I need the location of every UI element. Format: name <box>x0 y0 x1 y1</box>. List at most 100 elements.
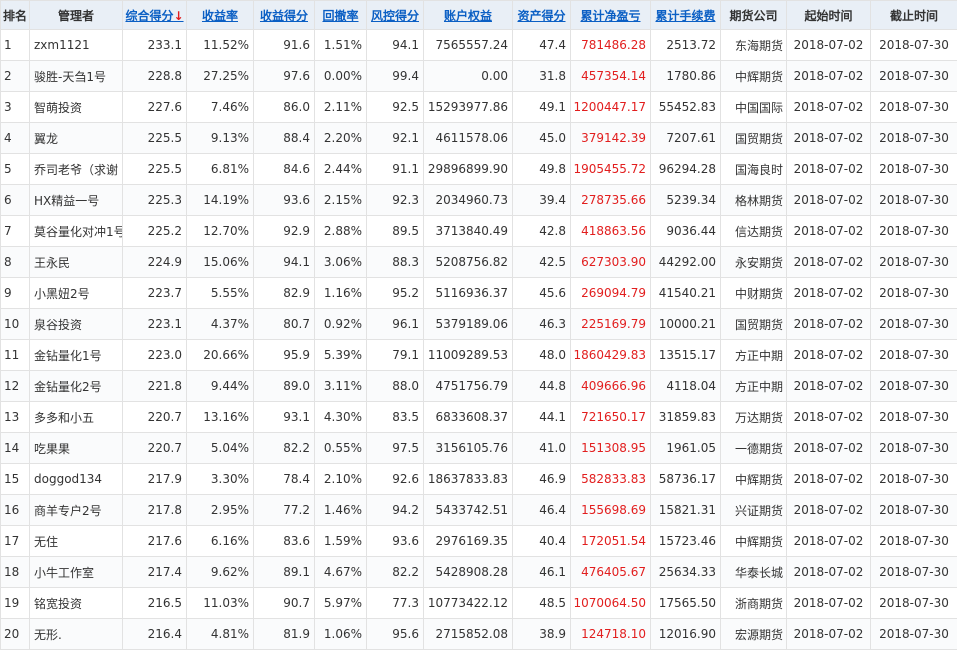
cell-return-score: 82.9 <box>254 278 315 309</box>
col-header-broker: 期货公司 <box>721 1 787 30</box>
cell-net-pnl: 278735.66 <box>571 185 651 216</box>
cell-asset-score: 45.6 <box>513 278 571 309</box>
cell-fees: 15821.31 <box>651 495 721 526</box>
cell-equity: 18637833.83 <box>424 464 513 495</box>
cell-return-score: 92.9 <box>254 216 315 247</box>
cell-asset-score: 31.8 <box>513 61 571 92</box>
cell-drawdown: 0.92% <box>315 309 367 340</box>
cell-risk-score: 96.1 <box>367 309 424 340</box>
cell-total-score: 220.7 <box>123 433 187 464</box>
cell-manager: 无形. <box>30 619 123 650</box>
cell-equity: 5208756.82 <box>424 247 513 278</box>
cell-net-pnl: 155698.69 <box>571 495 651 526</box>
cell-drawdown: 2.88% <box>315 216 367 247</box>
cell-net-pnl: 476405.67 <box>571 557 651 588</box>
cell-fees: 58736.17 <box>651 464 721 495</box>
cell-risk-score: 89.5 <box>367 216 424 247</box>
cell-start-date: 2018-07-02 <box>787 92 871 123</box>
col-header-total-score[interactable]: 综合得分↓ <box>123 1 187 30</box>
col-header-return-rate[interactable]: 收益率 <box>187 1 254 30</box>
cell-end-date: 2018-07-30 <box>871 154 957 185</box>
cell-equity: 2976169.35 <box>424 526 513 557</box>
cell-risk-score: 97.5 <box>367 433 424 464</box>
cell-drawdown: 2.44% <box>315 154 367 185</box>
cell-drawdown: 2.10% <box>315 464 367 495</box>
cell-broker: 中国国际 <box>721 92 787 123</box>
cell-return-score: 95.9 <box>254 340 315 371</box>
table-row: 5乔司老爷（求谢225.56.81%84.62.44%91.129896899.… <box>1 154 957 185</box>
cell-broker: 国海良时 <box>721 154 787 185</box>
col-header-equity[interactable]: 账户权益 <box>424 1 513 30</box>
cell-drawdown: 1.06% <box>315 619 367 650</box>
cell-fees: 4118.04 <box>651 371 721 402</box>
cell-total-score: 217.9 <box>123 464 187 495</box>
cell-fees: 1780.86 <box>651 61 721 92</box>
cell-return-rate: 9.62% <box>187 557 254 588</box>
cell-start-date: 2018-07-02 <box>787 154 871 185</box>
cell-start-date: 2018-07-02 <box>787 433 871 464</box>
cell-asset-score: 49.8 <box>513 154 571 185</box>
cell-start-date: 2018-07-02 <box>787 247 871 278</box>
cell-end-date: 2018-07-30 <box>871 216 957 247</box>
cell-asset-score: 46.1 <box>513 557 571 588</box>
cell-manager: 金钻量化2号 <box>30 371 123 402</box>
cell-start-date: 2018-07-02 <box>787 557 871 588</box>
cell-return-score: 89.0 <box>254 371 315 402</box>
cell-total-score: 228.8 <box>123 61 187 92</box>
cell-start-date: 2018-07-02 <box>787 30 871 61</box>
cell-rank: 2 <box>1 61 30 92</box>
cell-drawdown: 1.16% <box>315 278 367 309</box>
cell-manager: 无住 <box>30 526 123 557</box>
cell-end-date: 2018-07-30 <box>871 30 957 61</box>
cell-risk-score: 88.0 <box>367 371 424 402</box>
cell-end-date: 2018-07-30 <box>871 464 957 495</box>
col-header-return-score[interactable]: 收益得分 <box>254 1 315 30</box>
cell-equity: 2034960.73 <box>424 185 513 216</box>
table-row: 11金钻量化1号223.020.66%95.95.39%79.111009289… <box>1 340 957 371</box>
col-header-drawdown[interactable]: 回撤率 <box>315 1 367 30</box>
cell-start-date: 2018-07-02 <box>787 526 871 557</box>
cell-manager: 乔司老爷（求谢 <box>30 154 123 185</box>
cell-end-date: 2018-07-30 <box>871 61 957 92</box>
col-header-fees[interactable]: 累计手续费 <box>651 1 721 30</box>
cell-return-score: 91.6 <box>254 30 315 61</box>
cell-broker: 方正中期 <box>721 371 787 402</box>
cell-end-date: 2018-07-30 <box>871 185 957 216</box>
cell-total-score: 216.4 <box>123 619 187 650</box>
cell-net-pnl: 721650.17 <box>571 402 651 433</box>
cell-manager: 金钻量化1号 <box>30 340 123 371</box>
cell-asset-score: 47.4 <box>513 30 571 61</box>
cell-asset-score: 41.0 <box>513 433 571 464</box>
cell-rank: 14 <box>1 433 30 464</box>
cell-manager: HX精益一号 <box>30 185 123 216</box>
cell-broker: 华泰长城 <box>721 557 787 588</box>
cell-fees: 12016.90 <box>651 619 721 650</box>
cell-start-date: 2018-07-02 <box>787 588 871 619</box>
cell-rank: 11 <box>1 340 30 371</box>
col-header-net-pnl[interactable]: 累计净盈亏 <box>571 1 651 30</box>
cell-equity: 3156105.76 <box>424 433 513 464</box>
cell-start-date: 2018-07-02 <box>787 61 871 92</box>
cell-rank: 4 <box>1 123 30 154</box>
cell-return-rate: 13.16% <box>187 402 254 433</box>
cell-broker: 方正中期 <box>721 340 787 371</box>
cell-drawdown: 2.11% <box>315 92 367 123</box>
cell-manager: 翼龙 <box>30 123 123 154</box>
cell-return-rate: 6.16% <box>187 526 254 557</box>
col-header-asset-score[interactable]: 资产得分 <box>513 1 571 30</box>
cell-net-pnl: 457354.14 <box>571 61 651 92</box>
table-row: 7莫谷量化对冲1号225.212.70%92.92.88%89.53713840… <box>1 216 957 247</box>
cell-net-pnl: 172051.54 <box>571 526 651 557</box>
cell-broker: 兴证期货 <box>721 495 787 526</box>
cell-manager: 铭宽投资 <box>30 588 123 619</box>
cell-asset-score: 48.0 <box>513 340 571 371</box>
table-body: 1zxm1121233.111.52%91.61.51%94.17565557.… <box>1 30 957 650</box>
cell-equity: 2715852.08 <box>424 619 513 650</box>
cell-manager: 骏胜-天刍1号 <box>30 61 123 92</box>
col-header-risk-score[interactable]: 风控得分 <box>367 1 424 30</box>
col-header-end: 截止时间 <box>871 1 957 30</box>
cell-rank: 16 <box>1 495 30 526</box>
sort-desc-icon: ↓ <box>173 9 183 23</box>
cell-end-date: 2018-07-30 <box>871 557 957 588</box>
cell-total-score: 223.1 <box>123 309 187 340</box>
